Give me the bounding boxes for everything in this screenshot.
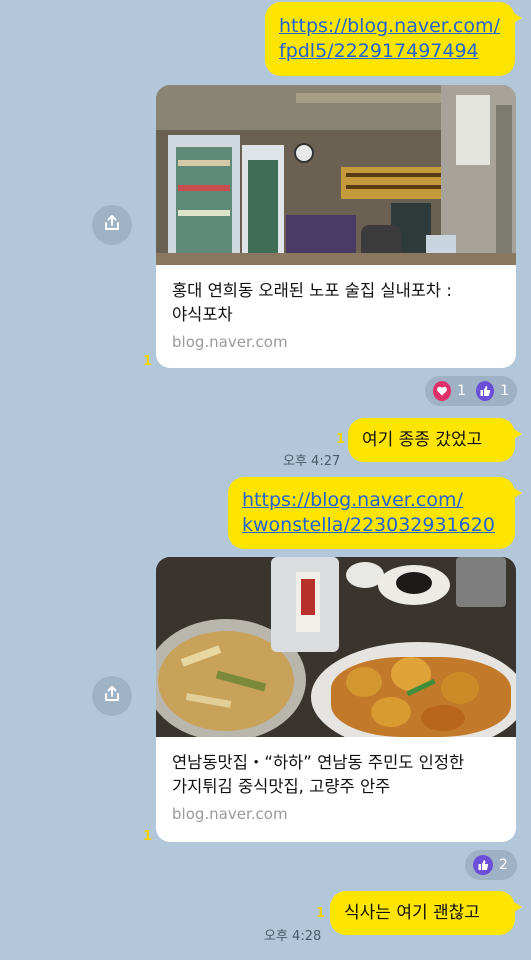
card-1-unread-count: 1: [143, 354, 153, 369]
card-2-unread-count: 1: [143, 829, 153, 844]
share-button-2[interactable]: [92, 676, 132, 716]
card-1-title-line-1: 홍대 연희동 오래된 노포 술집 실내포차 :: [172, 281, 452, 300]
reactions-1[interactable]: 1 1: [425, 376, 517, 406]
like-count: 2: [499, 857, 508, 873]
link-2-line-2[interactable]: kwonstella/223032931620: [242, 513, 501, 538]
link-bubble-1[interactable]: https://blog.naver.com/ fpdl5/2229174974…: [265, 2, 522, 76]
link-preview-card-2[interactable]: 연남동맛집・“하하” 연남동 주민도 인정한 가지튀김 중식맛집, 고량주 안주…: [156, 557, 516, 842]
like-count: 1: [500, 383, 509, 399]
link-1-line-1[interactable]: https://blog.naver.com/: [279, 14, 501, 39]
card-1-thumbnail: [156, 85, 516, 265]
card-2-title-line-1: 연남동맛집・“하하” 연남동 주민도 인정한: [172, 753, 465, 772]
share-icon: [102, 684, 122, 708]
share-icon: [102, 213, 122, 237]
link-2-line-1[interactable]: https://blog.naver.com/: [242, 488, 501, 513]
message-bubble-2[interactable]: 식사는 여기 괜찮고: [330, 891, 522, 935]
card-1-domain: blog.naver.com: [172, 333, 288, 351]
card-1-title-line-2: 야식포차: [172, 305, 233, 324]
msg-1-unread-count: 1: [336, 432, 346, 447]
thumbs-up-icon: [476, 381, 495, 401]
card-2-title-line-2: 가지튀김 중식맛집, 고량주 안주: [172, 777, 391, 796]
message-1-text: 여기 종종 갔었고: [362, 430, 483, 450]
heart-count: 1: [457, 383, 466, 399]
card-2-title: 연남동맛집・“하하” 연남동 주민도 인정한 가지튀김 중식맛집, 고량주 안주: [156, 737, 516, 799]
card-2-thumbnail: [156, 557, 516, 737]
card-1-title: 홍대 연희동 오래된 노포 술집 실내포차 : 야식포차: [156, 265, 516, 327]
card-2-domain: blog.naver.com: [172, 805, 288, 823]
link-preview-card-1[interactable]: 홍대 연희동 오래된 노포 술집 실내포차 : 야식포차 blog.naver.…: [156, 85, 516, 368]
msg-1-time: 오후 4:27: [283, 454, 341, 469]
message-bubble-1[interactable]: 여기 종종 갔었고: [348, 418, 522, 462]
reactions-2[interactable]: 2: [465, 850, 517, 880]
msg-2-time: 오후 4:28: [264, 929, 322, 944]
link-bubble-2[interactable]: https://blog.naver.com/ kwonstella/22303…: [228, 477, 522, 549]
msg-2-unread-count: 1: [316, 906, 326, 921]
thumbs-up-icon: [473, 855, 493, 875]
heart-icon: [433, 381, 452, 401]
message-2-text: 식사는 여기 괜찮고: [344, 903, 480, 923]
link-1-line-2[interactable]: fpdl5/222917497494: [279, 39, 501, 64]
share-button-1[interactable]: [92, 205, 132, 245]
